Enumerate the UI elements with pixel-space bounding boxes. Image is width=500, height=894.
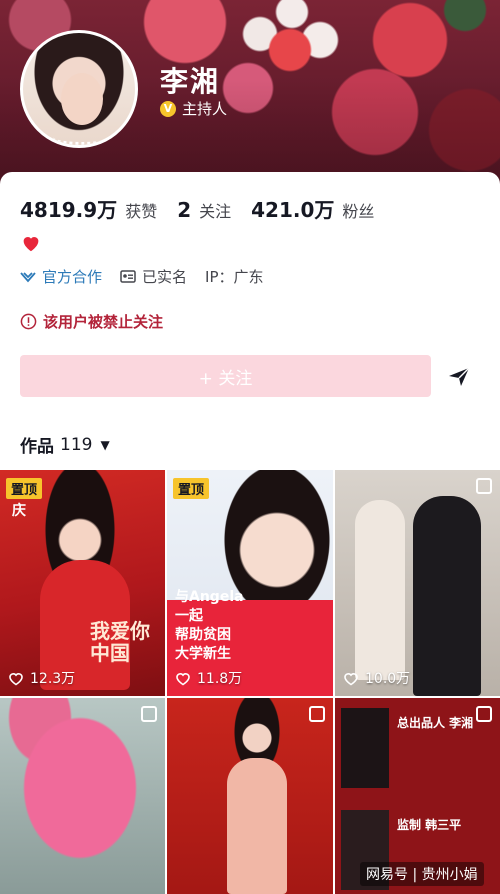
id-card-icon	[120, 270, 136, 283]
ip-location-label: IP：广东	[205, 268, 264, 286]
stats-row: 4819.9万 获赞 2 关注 421.0万 粉丝	[20, 194, 386, 223]
followers-label[interactable]: 粉丝	[342, 198, 374, 222]
avatar-necklace	[53, 129, 111, 145]
video-grid: 置顶 庆 我爱你中国 12.3万 置顶 与Angela 一起 帮助贫困 大学新生…	[0, 470, 500, 894]
follow-button[interactable]: + 关注	[20, 355, 431, 397]
heart-outline-icon	[344, 672, 358, 685]
pinned-badge: 置顶	[6, 478, 43, 499]
warning-icon	[20, 313, 37, 330]
caption-line: 一起	[175, 608, 203, 624]
heart-outline-icon	[9, 672, 23, 685]
restriction-text: 该用户被禁止关注	[43, 313, 164, 331]
following-count[interactable]: 2	[177, 198, 191, 222]
real-name-label: 已实名	[142, 268, 188, 286]
share-icon[interactable]	[448, 367, 470, 387]
works-count: 119	[60, 434, 93, 455]
heart-icon	[23, 237, 39, 252]
caption-line: 与Angela	[175, 589, 244, 605]
official-cooperation-tag[interactable]: 官方合作	[20, 266, 102, 287]
caption-line: 大学新生	[175, 646, 231, 662]
producer-photo	[341, 708, 389, 788]
profile-role: V 主持人	[160, 98, 227, 119]
avatar-face	[61, 73, 103, 125]
video-thumbnail[interactable]: 10.0万	[335, 470, 500, 696]
chevron-down-icon: ▼	[100, 437, 110, 452]
likes-count: 4819.9万	[20, 198, 118, 222]
tag-row: 官方合作 已实名 IP：广东	[20, 266, 264, 287]
like-count: 10.0万	[343, 668, 410, 688]
role-label: 主持人	[182, 100, 228, 118]
pinned-badge: 置顶	[173, 478, 210, 499]
video-caption: 我爱你中国	[90, 619, 150, 665]
like-value: 10.0万	[365, 671, 411, 687]
watermark: 网易号 | 贵州小娟	[360, 862, 484, 886]
video-thumbnail[interactable]: 置顶 与Angela 一起 帮助贫困 大学新生 11.8万	[167, 470, 333, 696]
caption-line: 帮助贫困	[175, 627, 231, 643]
figure-white-dress	[355, 500, 405, 680]
credit-line: 总出品人 李湘	[397, 716, 474, 730]
figure-black-outfit	[413, 496, 481, 696]
like-count: 12.3万	[8, 668, 75, 688]
handshake-icon	[20, 271, 36, 282]
followers-count[interactable]: 421.0万	[251, 194, 334, 223]
verified-icon: V	[160, 100, 176, 117]
video-caption: 与Angela 一起 帮助贫困 大学新生	[175, 588, 244, 664]
following-label[interactable]: 关注	[199, 198, 231, 222]
avatar[interactable]	[20, 30, 138, 148]
like-value: 12.3万	[30, 671, 76, 687]
video-thumbnail[interactable]	[167, 698, 333, 894]
credit-line: 监制 韩三平	[397, 818, 462, 832]
corner-text: 庆	[12, 503, 26, 519]
multi-image-icon	[141, 706, 157, 722]
multi-image-icon	[476, 478, 492, 494]
profile-name: 李湘	[160, 65, 221, 98]
official-cooperation-label: 官方合作	[42, 268, 103, 286]
likes-label: 获赞	[125, 202, 158, 221]
video-thumbnail[interactable]: 置顶 庆 我爱你中国 12.3万	[0, 470, 165, 696]
like-count: 11.8万	[175, 668, 242, 688]
video-thumbnail[interactable]	[0, 698, 165, 894]
figure-pink-dress	[227, 758, 287, 894]
multi-image-icon	[476, 706, 492, 722]
like-value: 11.8万	[197, 671, 243, 687]
multi-image-icon	[309, 706, 325, 722]
works-tab[interactable]: 作品 119 ▼	[20, 432, 110, 458]
works-label: 作品	[20, 437, 54, 457]
ip-location-tag: IP：广东	[205, 266, 263, 287]
follow-restriction-notice: 该用户被禁止关注	[20, 311, 163, 332]
heart-outline-icon	[176, 672, 190, 685]
real-name-tag: 已实名	[120, 266, 187, 287]
